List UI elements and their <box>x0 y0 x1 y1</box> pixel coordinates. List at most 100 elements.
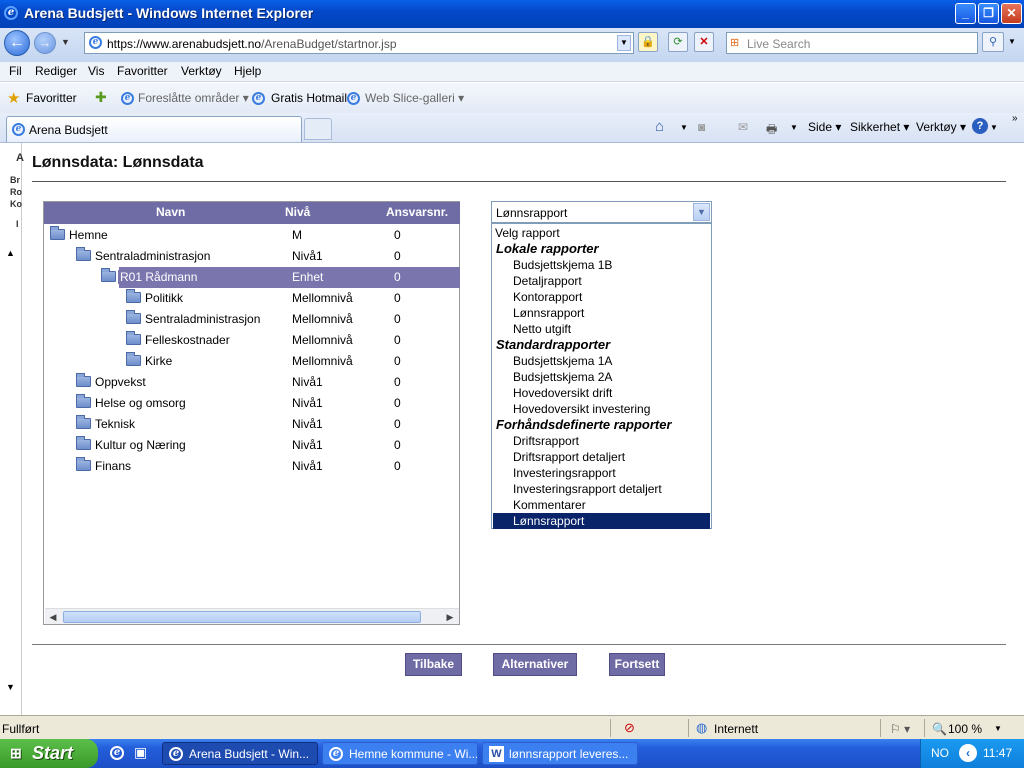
page-menu[interactable]: Side ▾ <box>808 120 841 134</box>
history-dropdown-icon[interactable]: ▼ <box>61 37 70 47</box>
help-dropdown-icon[interactable]: ▼ <box>990 123 998 132</box>
tree-row[interactable]: Kultur og Næring Nivå1 0 <box>44 435 460 456</box>
folder-icon[interactable] <box>126 289 141 303</box>
report-option[interactable]: Kontorapport <box>493 289 710 305</box>
tree-row[interactable]: Teknisk Nivå1 0 <box>44 414 460 435</box>
folder-icon[interactable] <box>76 373 91 387</box>
search-options-icon[interactable]: ▼ <box>1008 37 1016 46</box>
print-dropdown-icon[interactable]: ▼ <box>790 123 798 132</box>
tree-row[interactable]: Finans Nivå1 0 <box>44 456 460 477</box>
add-favorite-icon[interactable]: ✚ <box>95 89 107 106</box>
folder-icon[interactable] <box>126 331 141 345</box>
address-bar[interactable]: e https://www.arenabudsjett.no/ArenaBudg… <box>84 32 634 54</box>
report-option[interactable]: Kommentarer <box>493 497 710 513</box>
tree-row-name[interactable]: Sentraladministrasjon <box>143 312 262 326</box>
report-option[interactable]: Lønnsrapport <box>493 513 710 529</box>
favorites-button[interactable]: Favoritter <box>26 91 77 105</box>
tree-row-name[interactable]: R01 Rådmann <box>118 270 200 284</box>
tree-row-name[interactable]: Teknisk <box>93 417 137 431</box>
quicklaunch-ie-icon[interactable]: e <box>110 746 124 760</box>
close-button[interactable]: ✕ <box>1001 3 1022 24</box>
task-arena-budsjett[interactable]: e Arena Budsjett - Win... <box>162 742 318 765</box>
report-option[interactable]: Investeringsrapport <box>493 465 710 481</box>
back-button-page[interactable]: Tilbake <box>405 653 462 676</box>
window-titlebar[interactable]: e Arena Budsjett - Windows Internet Expl… <box>0 0 1024 28</box>
scroll-down-arrow-icon[interactable]: ▼ <box>6 682 15 692</box>
search-go-icon[interactable]: ⚲ <box>982 32 1004 52</box>
scroll-left-icon[interactable]: ◀ <box>46 610 60 624</box>
suggested-sites-link[interactable]: Foreslåtte områder ▾ <box>138 91 249 105</box>
tree-row-name[interactable]: Finans <box>93 459 133 473</box>
folder-icon[interactable] <box>76 436 91 450</box>
task-hemne-kommune[interactable]: e Hemne kommune - Wi... <box>322 742 478 765</box>
refresh-icon[interactable]: ⟳ <box>668 32 688 52</box>
chevron-down-icon[interactable]: ▼ <box>693 203 710 221</box>
address-dropdown-icon[interactable]: ▼ <box>617 35 631 51</box>
tree-row-name[interactable]: Kultur og Næring <box>93 438 188 452</box>
maximize-button[interactable]: ❐ <box>978 3 999 24</box>
report-option[interactable]: Budsjettskjema 1A <box>493 353 710 369</box>
tree-row[interactable]: Politikk Mellomnivå 0 <box>44 288 460 309</box>
minimize-button[interactable]: _ <box>955 3 976 24</box>
report-option[interactable]: Driftsrapport detaljert <box>493 449 710 465</box>
forward-button[interactable]: → <box>34 32 56 54</box>
menu-help[interactable]: Hjelp <box>234 64 261 78</box>
language-indicator[interactable]: NO <box>931 746 949 760</box>
tree-row-name[interactable]: Helse og omsorg <box>93 396 188 410</box>
tab-arena-budsjett[interactable]: e Arena Budsjett <box>6 116 302 142</box>
header-name[interactable]: Navn <box>156 205 185 219</box>
search-box[interactable]: ⊞ Live Search <box>726 32 978 54</box>
zoom-dropdown-icon[interactable]: ▼ <box>994 724 1002 733</box>
tools-menu[interactable]: Verktøy ▾ <box>916 120 966 134</box>
tree-row[interactable]: Helse og omsorg Nivå1 0 <box>44 393 460 414</box>
report-option[interactable]: Hovedoversikt investering <box>493 401 710 417</box>
tree-row[interactable]: Felleskostnader Mellomnivå 0 <box>44 330 460 351</box>
page-vertical-scrollbar[interactable] <box>1006 143 1024 715</box>
tree-row[interactable]: Oppvekst Nivå1 0 <box>44 372 460 393</box>
stop-icon[interactable]: ✕ <box>694 32 714 52</box>
folder-icon[interactable] <box>76 415 91 429</box>
report-option[interactable]: Detaljrapport <box>493 273 710 289</box>
report-option[interactable]: Velg rapport <box>493 225 710 241</box>
blocked-icon[interactable]: ⊘ <box>624 720 635 736</box>
header-ansvar[interactable]: Ansvarsnr. <box>386 205 448 219</box>
clock[interactable]: 11:47 <box>983 746 1012 760</box>
tree-row-name[interactable]: Hemne <box>67 228 110 242</box>
tree-row[interactable]: Sentraladministrasjon Mellomnivå 0 <box>44 309 460 330</box>
tree-row[interactable]: Kirke Mellomnivå 0 <box>44 351 460 372</box>
home-icon[interactable]: ⌂ <box>655 118 664 135</box>
print-icon[interactable]: 🖶 <box>766 120 777 141</box>
tree-row-name[interactable]: Sentraladministrasjon <box>93 249 212 263</box>
quicklaunch-show-desktop-icon[interactable]: ▣ <box>134 744 147 761</box>
tree-row[interactable]: Sentraladministrasjon Nivå1 0 <box>44 246 460 267</box>
tree-row-name[interactable]: Politikk <box>143 291 185 305</box>
tree-row-name[interactable]: Oppvekst <box>93 375 148 389</box>
tree-row-name[interactable]: Kirke <box>143 354 174 368</box>
back-button[interactable]: ← <box>4 30 30 56</box>
folder-icon[interactable] <box>126 310 141 324</box>
folder-icon[interactable] <box>76 457 91 471</box>
start-button[interactable]: ⊞ Start <box>0 739 98 768</box>
report-option[interactable]: Investeringsrapport detaljert <box>493 481 710 497</box>
tree-row[interactable]: Hemne M 0 <box>44 225 460 246</box>
zoom-icon[interactable]: 🔍 <box>932 722 947 736</box>
menu-file[interactable]: Fil <box>9 64 22 78</box>
tree-row[interactable]: R01 Rådmann Enhet 0 <box>44 267 460 288</box>
mail-icon[interactable]: ✉ <box>738 120 748 134</box>
tree-row-name[interactable]: Felleskostnader <box>143 333 232 347</box>
folder-icon[interactable] <box>101 268 116 282</box>
continue-button[interactable]: Fortsett <box>609 653 665 676</box>
report-select[interactable]: Lønnsrapport ▼ <box>491 201 712 223</box>
safety-menu[interactable]: Sikkerhet ▾ <box>850 120 909 134</box>
hotmail-link[interactable]: Gratis Hotmail <box>271 91 347 105</box>
options-button[interactable]: Alternativer <box>493 653 577 676</box>
lock-icon[interactable]: 🔒 <box>638 32 658 52</box>
folder-icon[interactable] <box>76 247 91 261</box>
report-option[interactable]: Netto utgift <box>493 321 710 337</box>
report-option[interactable]: Driftsrapport <box>493 433 710 449</box>
protected-mode-icon[interactable]: ⚐ ▾ <box>890 722 910 736</box>
report-option[interactable]: Budsjettskjema 1B <box>493 257 710 273</box>
feeds-icon[interactable]: ◙ <box>698 120 705 134</box>
scroll-thumb[interactable] <box>63 611 421 623</box>
folder-icon[interactable] <box>50 226 65 240</box>
